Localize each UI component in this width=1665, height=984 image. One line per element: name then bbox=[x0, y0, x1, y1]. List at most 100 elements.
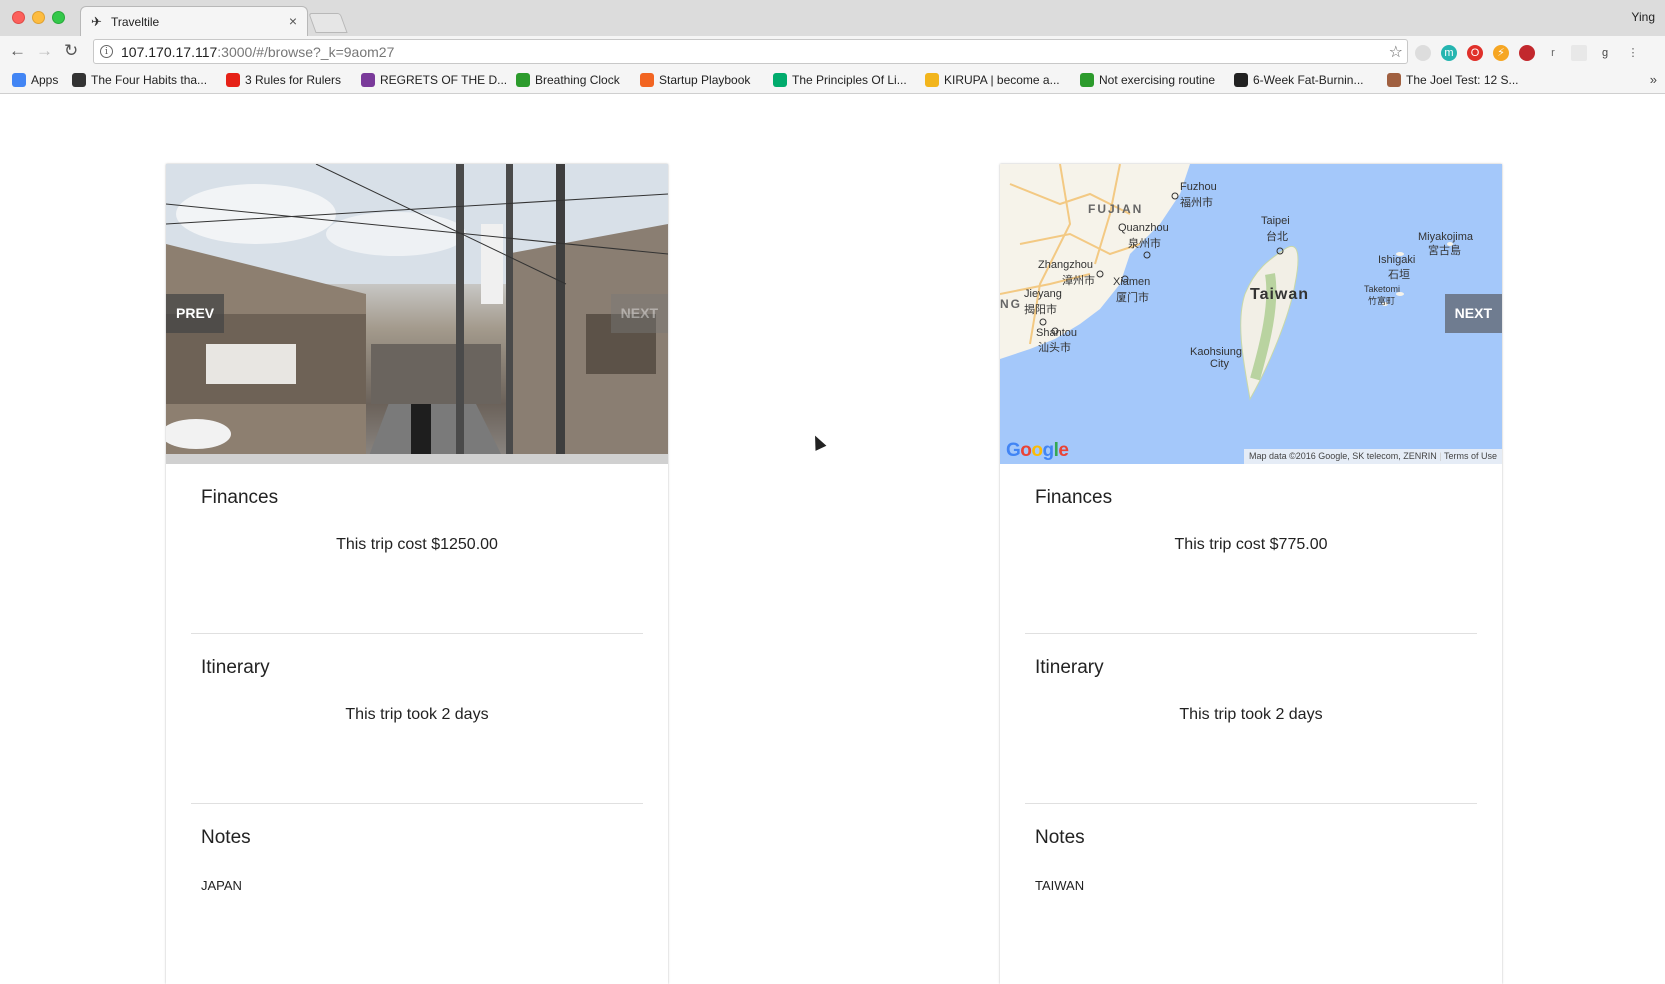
bookmark-item[interactable]: 3 Rules for Rulers bbox=[226, 73, 341, 87]
bookmark-label: The Four Habits tha... bbox=[91, 73, 208, 87]
map-label-ng: NG bbox=[1000, 297, 1022, 311]
map-label-shantou-cn: 汕头市 bbox=[1038, 342, 1071, 354]
medium-icon bbox=[773, 73, 787, 87]
map-label-fuzhou-cn: 福州市 bbox=[1180, 197, 1213, 209]
divider bbox=[191, 803, 643, 804]
notes-heading: Notes bbox=[1035, 827, 1085, 848]
next-button[interactable]: NEXT bbox=[610, 294, 668, 333]
street-photo-illustration bbox=[166, 164, 668, 464]
bw-icon bbox=[361, 73, 375, 87]
map-data-text: Map data ©2016 Google, SK telecom, ZENRI… bbox=[1249, 451, 1437, 461]
page-content: PREV NEXT Finances This trip cost $1250.… bbox=[0, 95, 1665, 984]
url-text[interactable]: 107.170.17.117:3000/#/browse?_k=9aom27 bbox=[121, 44, 394, 60]
bookmark-item[interactable]: Breathing Clock bbox=[516, 73, 620, 87]
divider bbox=[1025, 803, 1477, 804]
chrome-menu-icon[interactable]: ⋮ bbox=[1625, 45, 1641, 61]
info-icon[interactable]: i bbox=[100, 45, 113, 58]
browser-tab[interactable]: ✈ Traveltile × bbox=[80, 6, 308, 36]
map-label-city: City bbox=[1210, 358, 1229, 370]
bookmark-item[interactable]: The Joel Test: 12 S... bbox=[1387, 73, 1519, 87]
bookmark-label: 3 Rules for Rulers bbox=[245, 73, 342, 87]
bookmark-label: Startup Playbook bbox=[659, 73, 751, 87]
bookmark-item[interactable]: The Principles Of Li... bbox=[773, 73, 907, 87]
finances-heading: Finances bbox=[201, 487, 279, 508]
bookmark-label: KIRUPA | become a... bbox=[944, 73, 1060, 87]
opera-icon[interactable]: O bbox=[1467, 45, 1483, 61]
google-logo[interactable]: Google bbox=[1006, 440, 1069, 462]
map-label-shantou: Shantou bbox=[1036, 327, 1077, 339]
map-label-jieyang-cn: 揭阳市 bbox=[1024, 304, 1057, 316]
new-tab-button[interactable] bbox=[308, 13, 348, 33]
youtube-icon bbox=[226, 73, 240, 87]
map-label-taiwan: Taiwan bbox=[1250, 286, 1310, 303]
reload-icon[interactable]: ↻ bbox=[64, 41, 78, 61]
profile-name[interactable]: Ying bbox=[1631, 10, 1655, 24]
map-label-quanzhou-cn: 泉州市 bbox=[1128, 238, 1161, 250]
map-label-kaohsiung: Kaohsiung bbox=[1190, 346, 1242, 358]
bookmark-item[interactable]: 6-Week Fat-Burnin... bbox=[1234, 73, 1363, 87]
divider bbox=[1025, 633, 1477, 634]
extension-m-icon[interactable]: m bbox=[1441, 45, 1457, 61]
airplane-icon: ✈ bbox=[91, 14, 102, 29]
person-icon bbox=[1387, 73, 1401, 87]
terms-of-use-link[interactable]: Terms of Use bbox=[1444, 451, 1497, 461]
extension-g-icon[interactable]: g bbox=[1597, 45, 1613, 61]
map-label-jieyang: Jieyang bbox=[1024, 288, 1062, 300]
map-label-xiamen-cn: 厦门市 bbox=[1116, 292, 1149, 304]
itinerary-heading: Itinerary bbox=[1035, 657, 1104, 678]
extension-r-icon[interactable]: r bbox=[1545, 45, 1561, 61]
address-bar[interactable]: i 107.170.17.117:3000/#/browse?_k=9aom27… bbox=[93, 39, 1408, 64]
trip-card-japan: PREV NEXT Finances This trip cost $1250.… bbox=[166, 164, 668, 984]
bookmarks-bar: » Apps The Four Habits tha... 3 Rules for … bbox=[0, 68, 1665, 94]
loop-icon bbox=[72, 73, 86, 87]
extension-lightning-icon[interactable]: ⚡ bbox=[1493, 45, 1509, 61]
tab-title: Traveltile bbox=[111, 15, 160, 29]
map-label-taketomi: Taketomi bbox=[1364, 284, 1401, 294]
bf-icon bbox=[1234, 73, 1248, 87]
browser-toolbar: ← → ↻ i 107.170.17.117:3000/#/browse?_k=… bbox=[0, 36, 1665, 68]
finances-heading: Finances bbox=[1035, 487, 1113, 508]
map-label-zhangzhou-cn: 漳州市 bbox=[1062, 275, 1095, 287]
kirupa-icon bbox=[925, 73, 939, 87]
notes-text: JAPAN bbox=[201, 878, 242, 893]
map-label-quanzhou: Quanzhou bbox=[1118, 222, 1169, 234]
more-bookmarks-icon[interactable]: » bbox=[1650, 72, 1657, 87]
trip-photo: PREV NEXT bbox=[166, 164, 668, 464]
itinerary-text: This trip took 2 days bbox=[345, 706, 489, 723]
maximize-window-button[interactable] bbox=[52, 11, 65, 24]
extension-grid-icon[interactable] bbox=[1415, 45, 1431, 61]
map-label-ishigaki-cn: 石垣 bbox=[1388, 269, 1410, 281]
itinerary-heading: Itinerary bbox=[201, 657, 270, 678]
apps-grid-icon bbox=[12, 73, 26, 87]
map-label-taipei: Taipei bbox=[1261, 215, 1290, 227]
bookmark-label: Breathing Clock bbox=[535, 73, 620, 87]
map-label-taipei-cn: 台北 bbox=[1266, 231, 1288, 243]
close-tab-icon[interactable]: × bbox=[289, 13, 297, 29]
bookmark-label: Apps bbox=[31, 73, 59, 87]
green-dot-icon bbox=[516, 73, 530, 87]
divider bbox=[191, 633, 643, 634]
next-button[interactable]: NEXT bbox=[1444, 294, 1502, 333]
forward-arrow-icon[interactable]: → bbox=[36, 41, 53, 61]
extension-page-icon[interactable] bbox=[1571, 45, 1587, 61]
minimize-window-button[interactable] bbox=[32, 11, 45, 24]
bookmark-star-icon[interactable]: ☆ bbox=[1389, 42, 1403, 62]
close-window-button[interactable] bbox=[12, 11, 25, 24]
bookmark-item[interactable]: Not exercising routine bbox=[1080, 73, 1215, 87]
bookmark-item[interactable]: Startup Playbook bbox=[640, 73, 750, 87]
map-attribution: Map data ©2016 Google, SK telecom, ZENRI… bbox=[1244, 449, 1502, 464]
extension-flag-icon[interactable] bbox=[1519, 45, 1535, 61]
bookmark-item[interactable]: Apps bbox=[12, 73, 58, 87]
map-label-taketomi-cn: 竹富町 bbox=[1368, 296, 1396, 306]
trip-card-taiwan: Fuzhou 福州市 FUJIAN Quanzhou 泉州市 Taipei 台北… bbox=[1000, 164, 1502, 984]
back-arrow-icon[interactable]: ← bbox=[9, 41, 26, 61]
map-label-xiamen: Xiamen bbox=[1113, 276, 1151, 288]
prev-button[interactable]: PREV bbox=[166, 294, 225, 333]
map-label-miyakojima-cn: 宮古島 bbox=[1428, 245, 1461, 257]
green-dot-icon bbox=[1080, 73, 1094, 87]
trip-map[interactable]: Fuzhou 福州市 FUJIAN Quanzhou 泉州市 Taipei 台北… bbox=[1000, 164, 1502, 464]
map-illustration bbox=[1000, 164, 1502, 464]
bookmark-item[interactable]: The Four Habits tha... bbox=[72, 73, 207, 87]
bookmark-item[interactable]: REGRETS OF THE D... bbox=[361, 73, 507, 87]
bookmark-item[interactable]: KIRUPA | become a... bbox=[925, 73, 1060, 87]
